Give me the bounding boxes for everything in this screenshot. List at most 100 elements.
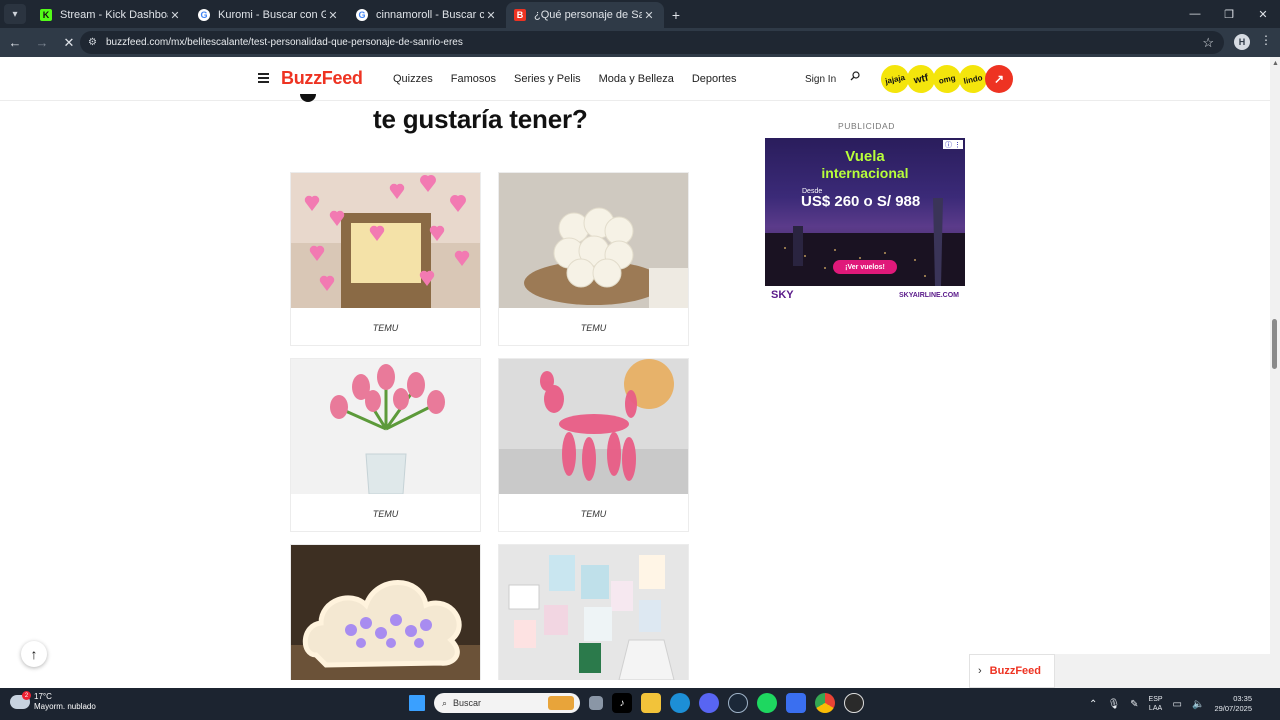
notification-badge: 2 [22,691,31,700]
lang-top: ESP [1148,696,1163,703]
tab-title: cinnamoroll - Buscar con Goog [376,9,484,21]
stop-loading-icon[interactable]: ✕ [57,31,81,55]
browser-tab-strip: ▾ K Stream - Kick Dashboard ✕ G Kuromi -… [0,0,1280,28]
tab-kick-dashboard[interactable]: K Stream - Kick Dashboard ✕ [32,2,190,28]
site-header: BuzzFeed Quizzes Famosos Series y Pelis … [0,57,1270,101]
sign-in-link[interactable]: Sign In [805,74,836,85]
language-indicator[interactable]: ESP LAA [1149,695,1163,713]
steam-icon[interactable] [728,693,748,713]
close-tab-icon[interactable]: ✕ [642,9,656,22]
system-tray: ⌃ 🎙 ✎ ESP LAA ▭ 🔈 03:35 29/07/2025 [1089,688,1280,720]
sticky-buzzfeed-button[interactable]: › BuzzFeed [969,654,1055,688]
file-explorer-icon[interactable] [641,693,661,713]
volume-icon[interactable]: 🔈 [1192,699,1204,710]
option-image-balloon-dog [499,359,688,494]
quiz-option-card[interactable]: TEMU [498,358,689,532]
option-image-cloud-lamp [291,545,480,680]
quiz-option-card[interactable]: TEMU [290,358,481,532]
network-icon[interactable]: ▭ [1173,699,1182,710]
quiz-option-card[interactable]: TEMU [290,172,481,346]
ad-label: PUBLICIDAD [838,121,896,131]
close-tab-icon[interactable]: ✕ [326,9,340,22]
minimize-icon[interactable]: — [1178,0,1212,28]
option-image-candle [499,173,688,308]
back-to-top-button[interactable]: ↑ [21,641,47,667]
weather-temp: 17°C [34,692,52,701]
kick-icon: K [40,9,52,21]
nav-quizzes[interactable]: Quizzes [393,73,433,85]
cloud-icon: 2 [10,691,31,709]
option-caption: TEMU [580,323,607,333]
task-view-icon[interactable] [589,696,603,710]
hamburger-menu-icon[interactable] [258,73,269,86]
ad-city-photo: Vuela internacional Desde US$ 260 o S/ 9… [765,138,965,286]
discord-icon[interactable] [699,693,719,713]
ad-info-icon[interactable]: ⓘ ⋮ [943,140,963,149]
nav-series-y-pelis[interactable]: Series y Pelis [514,73,581,85]
chevron-right-icon: › [978,665,982,677]
close-tab-icon[interactable]: ✕ [168,9,182,22]
pen-icon[interactable]: ✎ [1130,699,1138,710]
tab-sanrio-quiz[interactable]: B ¿Qué personaje de Sanrio eres? ✕ [506,2,664,28]
ad-line1: Vuela [845,148,885,165]
nav-deportes[interactable]: Deportes [692,73,737,85]
buzzfeed-favicon-icon: B [514,9,526,21]
tiktok-icon[interactable]: ♪ [612,693,632,713]
chevron-up-icon[interactable]: ⌃ [1089,699,1097,710]
windows-start-icon[interactable] [409,695,425,711]
taskbar-pinned-apps: ⌕ Buscar ♪ [409,693,873,713]
clock[interactable]: 03:35 29/07/2025 [1214,694,1252,714]
spotify-icon[interactable] [757,693,777,713]
bookmark-star-icon[interactable]: ☆ [1202,35,1214,51]
site-info-icon[interactable]: ⚙ [88,37,104,48]
forward-icon[interactable]: → [30,31,54,55]
taskbar-search[interactable]: ⌕ Buscar [434,693,580,713]
nav-famosos[interactable]: Famosos [451,73,496,85]
lang-bottom: LAA [1148,705,1163,712]
nav-moda-y-belleza[interactable]: Moda y Belleza [599,73,674,85]
sky-airline-ad[interactable]: Vuela internacional Desde US$ 260 o S/ 9… [765,138,965,306]
main-nav: Quizzes Famosos Series y Pelis Moda y Be… [393,73,755,85]
time: 03:35 [1233,694,1252,703]
close-window-icon[interactable]: ✕ [1246,0,1280,28]
quiz-option-card[interactable]: TEMU [498,172,689,346]
weather-desc: Mayorm. nublado [34,702,96,711]
microphone-icon[interactable]: 🎙 [1107,699,1120,710]
url-path: /mx/belitescalante/test-personalidad-que… [168,37,463,48]
edge-icon[interactable] [670,693,690,713]
app-blue-icon[interactable] [786,693,806,713]
tab-title: ¿Qué personaje de Sanrio eres? [534,9,642,21]
maximize-icon[interactable]: ❐ [1212,0,1246,28]
tab-kuromi-search[interactable]: G Kuromi - Buscar con Google ✕ [190,2,348,28]
scrollbar-thumb[interactable] [1272,319,1277,369]
quiz-option-card[interactable] [290,544,481,680]
tab-cinnamoroll-search[interactable]: G cinnamoroll - Buscar con Goog ✕ [348,2,506,28]
tab-title: Stream - Kick Dashboard [60,9,168,21]
page-scrollbar[interactable] [1270,57,1280,688]
windows-taskbar: 2 17°C Mayorm. nublado ⌕ Buscar ♪ ⌃ 🎙 ✎ … [0,688,1280,720]
option-caption: TEMU [372,509,399,519]
ad-site: SKYAIRLINE.COM [898,292,959,299]
weather-widget[interactable]: 2 17°C Mayorm. nublado [10,691,96,712]
address-bar[interactable]: ⚙ buzzfeed.com/mx/belitescalante/test-pe… [80,31,1224,54]
trending-icon[interactable]: ↗ [985,65,1013,93]
tab-search-menu[interactable]: ▾ [4,4,26,24]
profile-avatar[interactable]: H [1234,34,1250,50]
ad-cta-button[interactable]: ¡Ver vuelos! [833,260,897,274]
close-tab-icon[interactable]: ✕ [484,9,498,22]
window-controls: — ❐ ✕ [1178,0,1280,28]
browser-menu-icon[interactable]: ⋮ [1260,33,1272,47]
search-icon[interactable] [850,71,860,81]
new-tab-button[interactable]: + [664,7,688,23]
obs-icon[interactable] [844,693,864,713]
url-text: buzzfeed.com/mx/belitescalante/test-pers… [106,37,463,48]
option-image-tulips [291,359,480,494]
chrome-icon[interactable] [815,693,835,713]
quiz-option-card[interactable] [498,544,689,680]
buzzfeed-logo[interactable]: BuzzFeed [281,68,363,89]
date: 29/07/2025 [1214,704,1252,713]
back-icon[interactable]: ← [3,31,27,55]
option-caption: TEMU [580,509,607,519]
sticky-label: BuzzFeed [989,665,1042,677]
scroll-up-arrow-icon[interactable]: ▲ [1272,60,1279,67]
